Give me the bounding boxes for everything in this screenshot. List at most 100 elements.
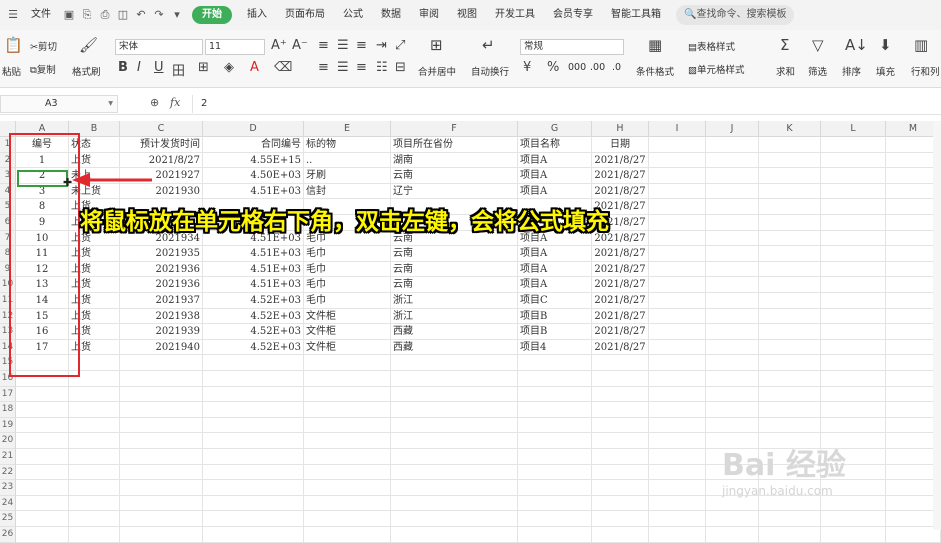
table-cell[interactable] [203, 495, 304, 512]
table-cell[interactable]: 2021940 [120, 339, 203, 356]
tab-home[interactable]: 开始 [192, 6, 232, 24]
table-cell[interactable] [759, 402, 821, 418]
table-cell[interactable]: 信封 [304, 183, 391, 200]
table-cell[interactable] [203, 527, 304, 543]
table-cell[interactable] [592, 449, 649, 465]
cell-style-button[interactable]: ▧单元格样式 [688, 62, 745, 76]
table-cell[interactable]: 4.52E+03 [203, 339, 304, 356]
table-cell[interactable] [706, 339, 759, 356]
table-cell[interactable]: 云南 [391, 246, 518, 262]
row-header[interactable]: 24 [0, 495, 16, 512]
table-cell[interactable]: 湖南 [391, 152, 518, 169]
table-cell[interactable] [649, 355, 706, 371]
table-cell[interactable] [518, 480, 592, 496]
table-cell[interactable] [821, 339, 886, 356]
row-col-icon[interactable]: ▥ [914, 36, 928, 54]
table-cell[interactable] [706, 324, 759, 340]
table-cell[interactable]: 4.52E+03 [203, 308, 304, 325]
table-cell[interactable] [649, 168, 706, 184]
border-icon[interactable]: 田 [172, 60, 185, 79]
table-cell[interactable]: 项目A [518, 261, 592, 278]
table-cell[interactable]: 2021/8/27 [592, 168, 649, 184]
table-cell[interactable]: 云南 [391, 261, 518, 278]
table-cell[interactable] [203, 433, 304, 449]
table-cell[interactable]: 2021/8/27 [592, 324, 649, 340]
table-style-button[interactable]: ▤表格样式 [688, 39, 735, 53]
table-cell[interactable] [391, 511, 518, 527]
table-cell[interactable] [706, 246, 759, 262]
align-right-icon[interactable]: ≡ [356, 60, 367, 75]
table-cell[interactable] [759, 261, 821, 278]
table-cell[interactable]: 毛巾 [304, 246, 391, 262]
table-cell[interactable] [16, 402, 69, 418]
table-cell[interactable] [759, 183, 821, 200]
table-cell[interactable] [120, 355, 203, 371]
table-cell[interactable] [120, 433, 203, 449]
table-cell[interactable] [391, 449, 518, 465]
chevron-down-icon[interactable]: ▾ [108, 96, 113, 112]
conditional-format-icon[interactable]: ▦ [648, 36, 662, 54]
table-cell[interactable] [649, 495, 706, 512]
table-cell[interactable] [821, 355, 886, 371]
row-header[interactable]: 18 [0, 402, 16, 418]
brush-icon[interactable]: 🖌 [79, 36, 98, 54]
fill-button[interactable]: 填充 [876, 64, 895, 78]
table-cell[interactable] [649, 511, 706, 527]
wrap-icon[interactable]: ↵ [482, 36, 495, 54]
table-cell[interactable] [69, 464, 120, 481]
decimal-increase-icon[interactable]: .00 [590, 62, 605, 73]
italic-button[interactable]: I [137, 60, 141, 75]
table-cell[interactable]: 牙刷 [304, 168, 391, 184]
undo-icon[interactable]: ↶ [132, 0, 150, 30]
table-cell[interactable]: 浙江 [391, 293, 518, 309]
format-painter-button[interactable]: 格式刷 [72, 64, 101, 78]
table-cell[interactable] [821, 308, 886, 325]
table-cell[interactable] [649, 261, 706, 278]
percent-icon[interactable]: % [547, 60, 559, 75]
table-cell[interactable] [120, 464, 203, 481]
table-cell[interactable]: 2021937 [120, 293, 203, 309]
table-cell[interactable] [592, 371, 649, 387]
table-cell[interactable] [821, 168, 886, 184]
table-cell[interactable] [391, 386, 518, 403]
table-cell[interactable] [759, 277, 821, 293]
dropdown-icon[interactable]: ▾ [168, 0, 186, 30]
table-cell[interactable] [203, 417, 304, 434]
table-cell[interactable]: .. [304, 152, 391, 169]
align-left-icon[interactable]: ≡ [318, 60, 329, 75]
row-header[interactable]: 21 [0, 449, 16, 465]
table-cell[interactable] [120, 495, 203, 512]
file-menu[interactable]: 文件 [22, 0, 60, 30]
table-cell[interactable] [821, 230, 886, 247]
table-cell[interactable] [304, 433, 391, 449]
table-cell[interactable]: 项目A [518, 152, 592, 169]
decimal-decrease-icon[interactable]: .0 [612, 62, 621, 73]
table-cell[interactable] [592, 355, 649, 371]
table-cell[interactable] [706, 183, 759, 200]
table-cell[interactable] [69, 433, 120, 449]
formula-input[interactable]: 2 [192, 95, 941, 113]
table-cell[interactable]: 4.51E+03 [203, 183, 304, 200]
table-cell[interactable] [706, 308, 759, 325]
table-cell[interactable] [649, 324, 706, 340]
row-header[interactable]: 22 [0, 464, 16, 481]
table-cell[interactable]: 项目B [518, 308, 592, 325]
table-cell[interactable] [203, 371, 304, 387]
filter-icon[interactable]: ▽ [812, 36, 824, 54]
table-cell[interactable] [649, 277, 706, 293]
paste-button[interactable]: 粘贴 [2, 64, 21, 78]
table-cell[interactable] [592, 495, 649, 512]
table-cell[interactable] [120, 480, 203, 496]
table-cell[interactable] [706, 261, 759, 278]
table-cell[interactable] [120, 449, 203, 465]
table-cell[interactable]: 项目A [518, 168, 592, 184]
table-cell[interactable] [649, 339, 706, 356]
table-cell[interactable] [706, 402, 759, 418]
table-cell[interactable] [649, 215, 706, 231]
table-cell[interactable]: 项目A [518, 183, 592, 200]
table-cell[interactable] [203, 480, 304, 496]
table-cell[interactable]: 2021/8/27 [592, 308, 649, 325]
tab-data[interactable]: 数据 [372, 0, 410, 30]
table-cell[interactable] [759, 417, 821, 434]
font-decrease-icon[interactable]: A⁻ [292, 38, 308, 53]
